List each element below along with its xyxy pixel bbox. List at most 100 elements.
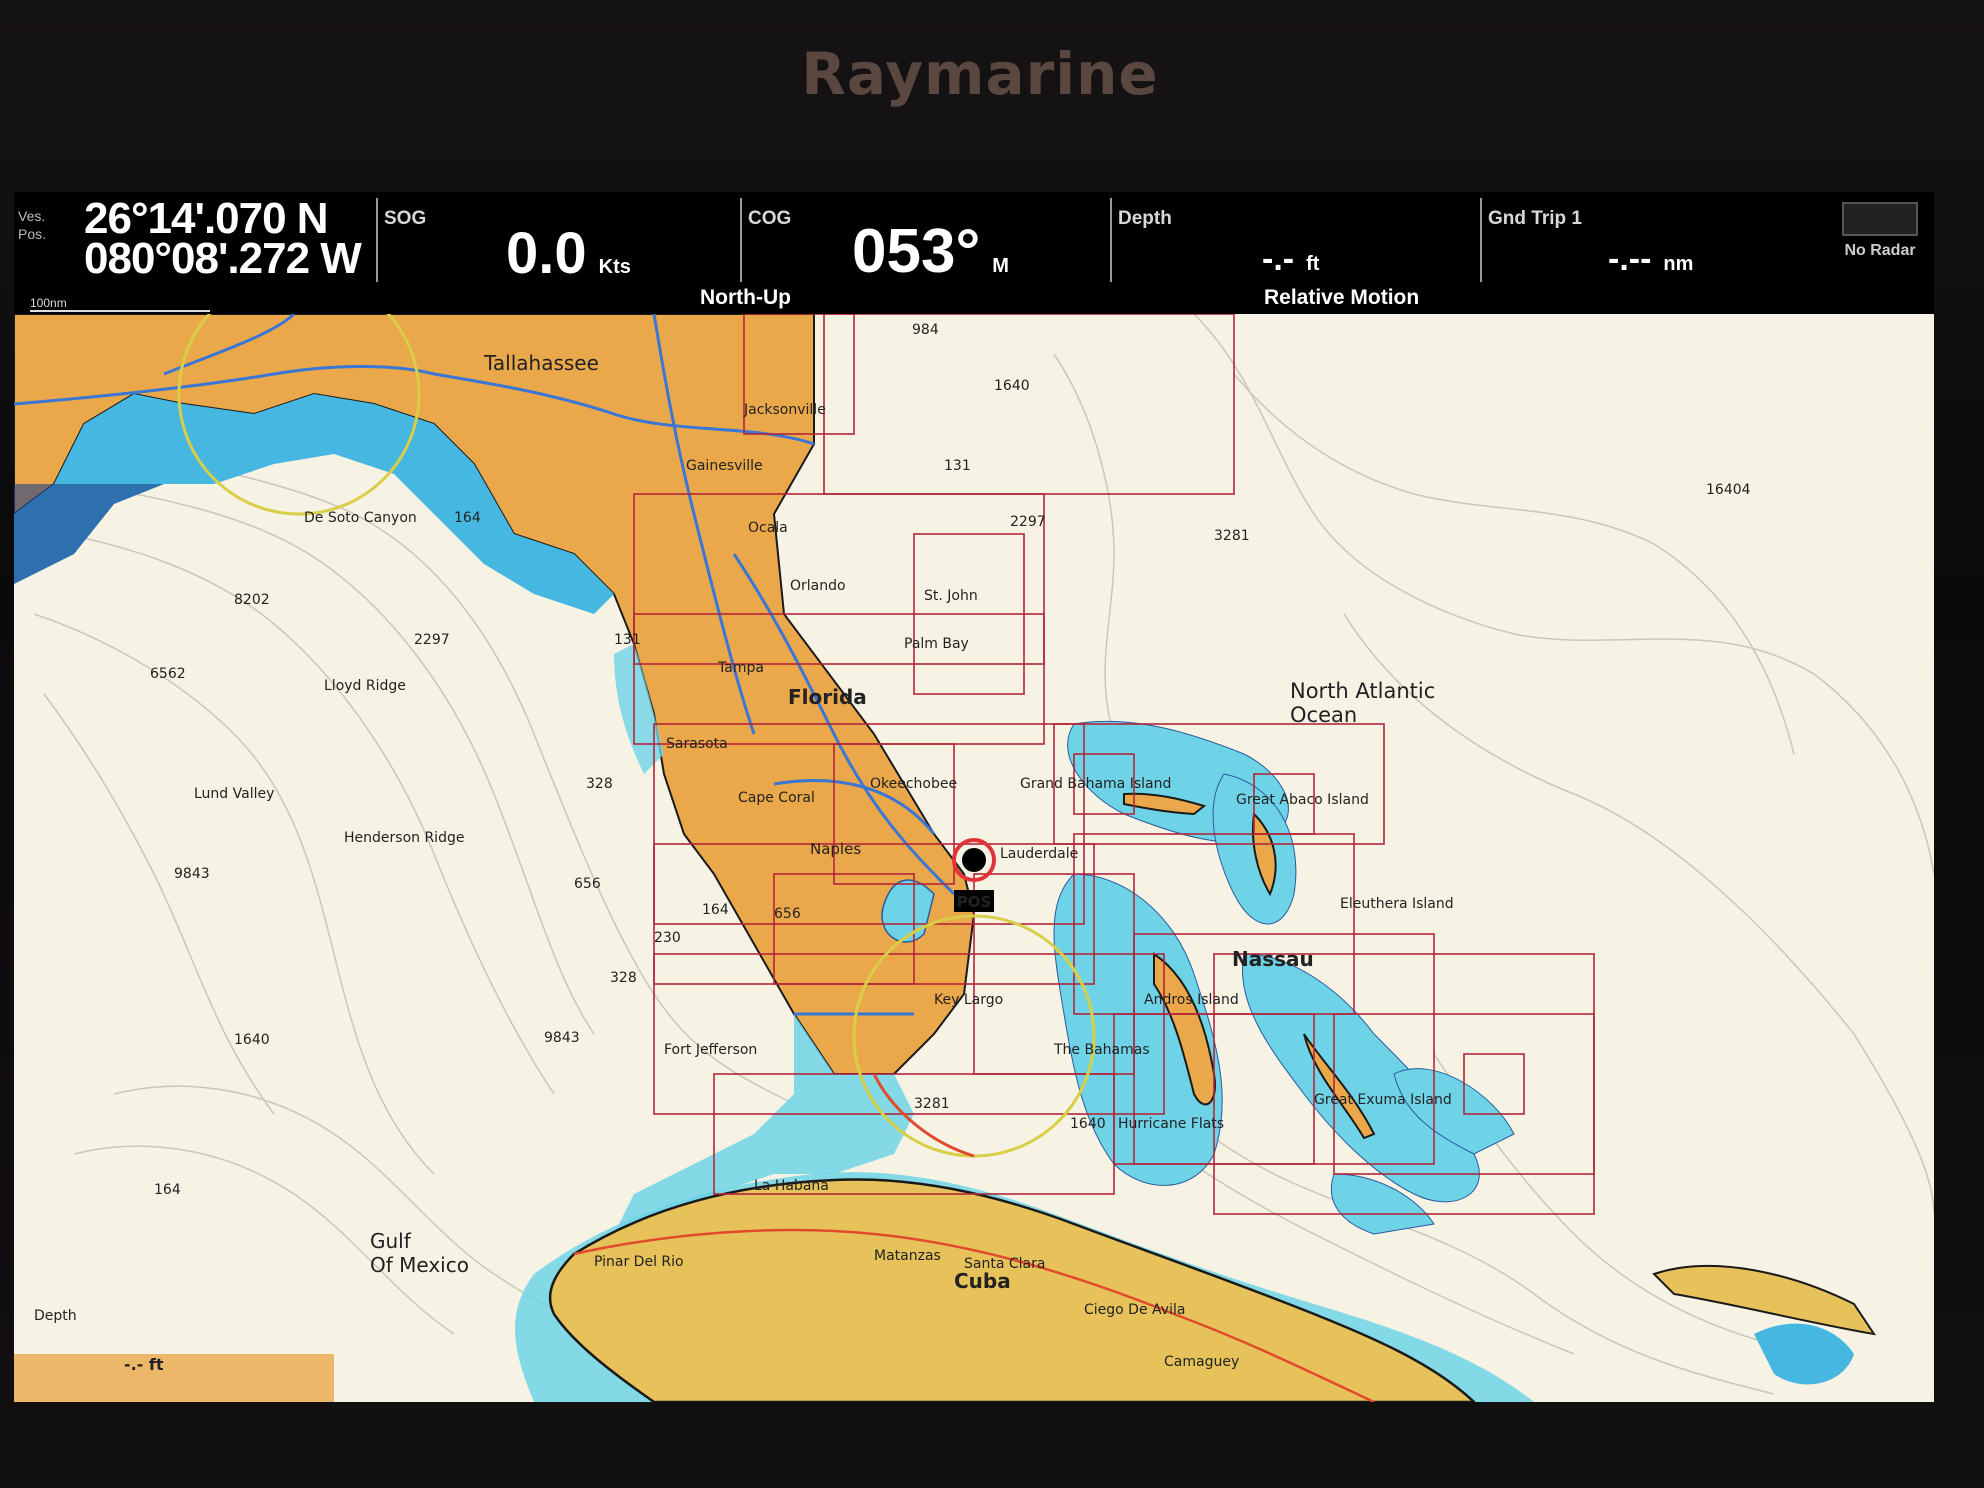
cog-cell[interactable]: COG 053° M (740, 198, 1108, 286)
label-ocean: Ocean (1290, 703, 1357, 727)
label-st-john: St. John (924, 588, 978, 604)
sog-label: SOG (384, 208, 427, 229)
sog-value: 0.0 Kts (506, 220, 631, 287)
trip-unit: nm (1663, 253, 1694, 275)
label-tampa: Tampa (717, 660, 764, 676)
depth-cell[interactable]: Depth -.- ft (1110, 198, 1478, 282)
sounding: 656 (774, 906, 801, 922)
sounding: 164 (454, 510, 481, 526)
sog-unit: Kts (598, 256, 631, 278)
label-eleuthera: Eleuthera Island (1340, 896, 1454, 912)
depth-label: Depth (1118, 208, 1172, 229)
longitude-value: 080°08'.272 W (84, 234, 362, 283)
label-camaguey: Camaguey (1164, 1354, 1239, 1370)
depth-value: -.- ft (1262, 240, 1319, 279)
sounding: 9843 (174, 866, 210, 882)
sounding: 656 (574, 876, 601, 892)
label-havana: La Habana (754, 1178, 829, 1194)
orientation-mode[interactable]: North-Up (700, 286, 791, 310)
sounding: 984 (912, 322, 939, 338)
sounding: 131 (944, 458, 971, 474)
label-nassau: Nassau (1232, 947, 1314, 971)
position-label-top: Ves. (18, 208, 46, 224)
label-naples: Naples (810, 840, 861, 858)
label-fort-jefferson: Fort Jefferson (664, 1042, 757, 1058)
label-florida: Florida (788, 685, 867, 709)
label-jacksonville: Jacksonville (743, 402, 826, 418)
label-hurricane-flats: Hurricane Flats (1118, 1116, 1224, 1132)
depth-unit: ft (1306, 253, 1320, 275)
sounding: 9843 (544, 1030, 580, 1046)
sounding: 3281 (914, 1096, 950, 1112)
sounding: 1640 (1070, 1116, 1106, 1132)
label-lloyd-ridge: Lloyd Ridge (324, 678, 406, 694)
sog-number: 0.0 (506, 221, 587, 286)
label-sarasota: Sarasota (666, 736, 728, 752)
brand-logo: Raymarine (801, 40, 1159, 108)
pos-label: POS (957, 893, 992, 911)
sounding: 2297 (414, 632, 450, 648)
sounding: 16404 (1706, 482, 1751, 498)
label-gainesville: Gainesville (686, 458, 763, 474)
label-of-mexico: Of Mexico (370, 1253, 469, 1277)
label-key-largo: Key Largo (934, 992, 1003, 1008)
position-label-bottom: Pos. (18, 226, 47, 242)
label-palm-bay: Palm Bay (904, 636, 969, 652)
label-matanzas: Matanzas (874, 1248, 941, 1264)
radar-status[interactable]: No Radar (1840, 202, 1920, 260)
label-andros: Andros Island (1144, 992, 1239, 1008)
sounding: 2297 (1010, 514, 1046, 530)
label-cape-coral: Cape Coral (738, 790, 815, 806)
sounding: 328 (586, 776, 613, 792)
trip-cell[interactable]: Gnd Trip 1 -.-- nm (1480, 198, 1832, 282)
trip-value: -.-- nm (1608, 240, 1693, 279)
depth-number: -.- (1262, 240, 1295, 278)
sounding: 131 (614, 632, 641, 648)
radar-icon (1842, 202, 1918, 236)
label-tallahassee: Tallahassee (483, 351, 599, 375)
label-lauderdale: Lauderdale (1000, 846, 1078, 862)
sounding: 6562 (150, 666, 186, 682)
label-cuba: Cuba (954, 1269, 1011, 1293)
label-gulf: Gulf (370, 1229, 412, 1253)
chart-canvas[interactable]: POS Tallahassee Jacksonville Gainesville… (14, 314, 1934, 1402)
motion-mode[interactable]: Relative Motion (1264, 286, 1419, 310)
label-depth-corner: Depth (34, 1308, 77, 1324)
sog-cell[interactable]: SOG 0.0 Kts (376, 198, 738, 286)
label-pinar-del-rio: Pinar Del Rio (594, 1254, 684, 1270)
cog-label: COG (748, 208, 792, 229)
cog-value: 053° M (852, 216, 1009, 287)
sounding: 3281 (1214, 528, 1250, 544)
label-depth-corner-value: -.- ft (124, 1355, 164, 1374)
label-north-atlantic: North Atlantic (1290, 679, 1435, 703)
sounding: 1640 (234, 1032, 270, 1048)
scale-bar (30, 310, 210, 312)
sounding: 328 (610, 970, 637, 986)
label-great-abaco: Great Abaco Island (1236, 792, 1369, 808)
sounding: 1640 (994, 378, 1030, 394)
label-ocala: Ocala (748, 520, 788, 536)
radar-label: No Radar (1844, 242, 1916, 259)
scale-label: 100nm (30, 296, 67, 310)
label-ciego-de-avila: Ciego De Avila (1084, 1302, 1185, 1318)
label-grand-bahama: Grand Bahama Island (1020, 776, 1171, 792)
label-okeechobee: Okeechobee (870, 776, 957, 792)
yucatan-land (14, 1354, 334, 1402)
label-bahamas: The Bahamas (1053, 1042, 1150, 1058)
label-lund-valley: Lund Valley (194, 786, 274, 802)
sounding: 230 (654, 930, 681, 946)
cog-number: 053° (852, 217, 981, 286)
label-henderson-ridge: Henderson Ridge (344, 830, 464, 846)
nautical-chart[interactable]: POS Tallahassee Jacksonville Gainesville… (14, 314, 1934, 1402)
cog-unit: M (992, 255, 1009, 277)
sounding: 8202 (234, 592, 270, 608)
vessel-position-cell[interactable]: Ves. Pos. 26°14'.070 N 080°08'.272 W (14, 192, 374, 292)
trip-label: Gnd Trip 1 (1488, 208, 1582, 229)
label-great-exuma: Great Exuma Island (1314, 1092, 1452, 1108)
chartplotter-screen: Ves. Pos. 26°14'.070 N 080°08'.272 W 100… (14, 192, 1934, 1402)
label-desoto-canyon: De Soto Canyon (304, 510, 417, 526)
sounding: 164 (702, 902, 729, 918)
label-orlando: Orlando (790, 578, 846, 594)
trip-number: -.-- (1608, 240, 1652, 278)
data-bar: Ves. Pos. 26°14'.070 N 080°08'.272 W 100… (14, 192, 1934, 314)
